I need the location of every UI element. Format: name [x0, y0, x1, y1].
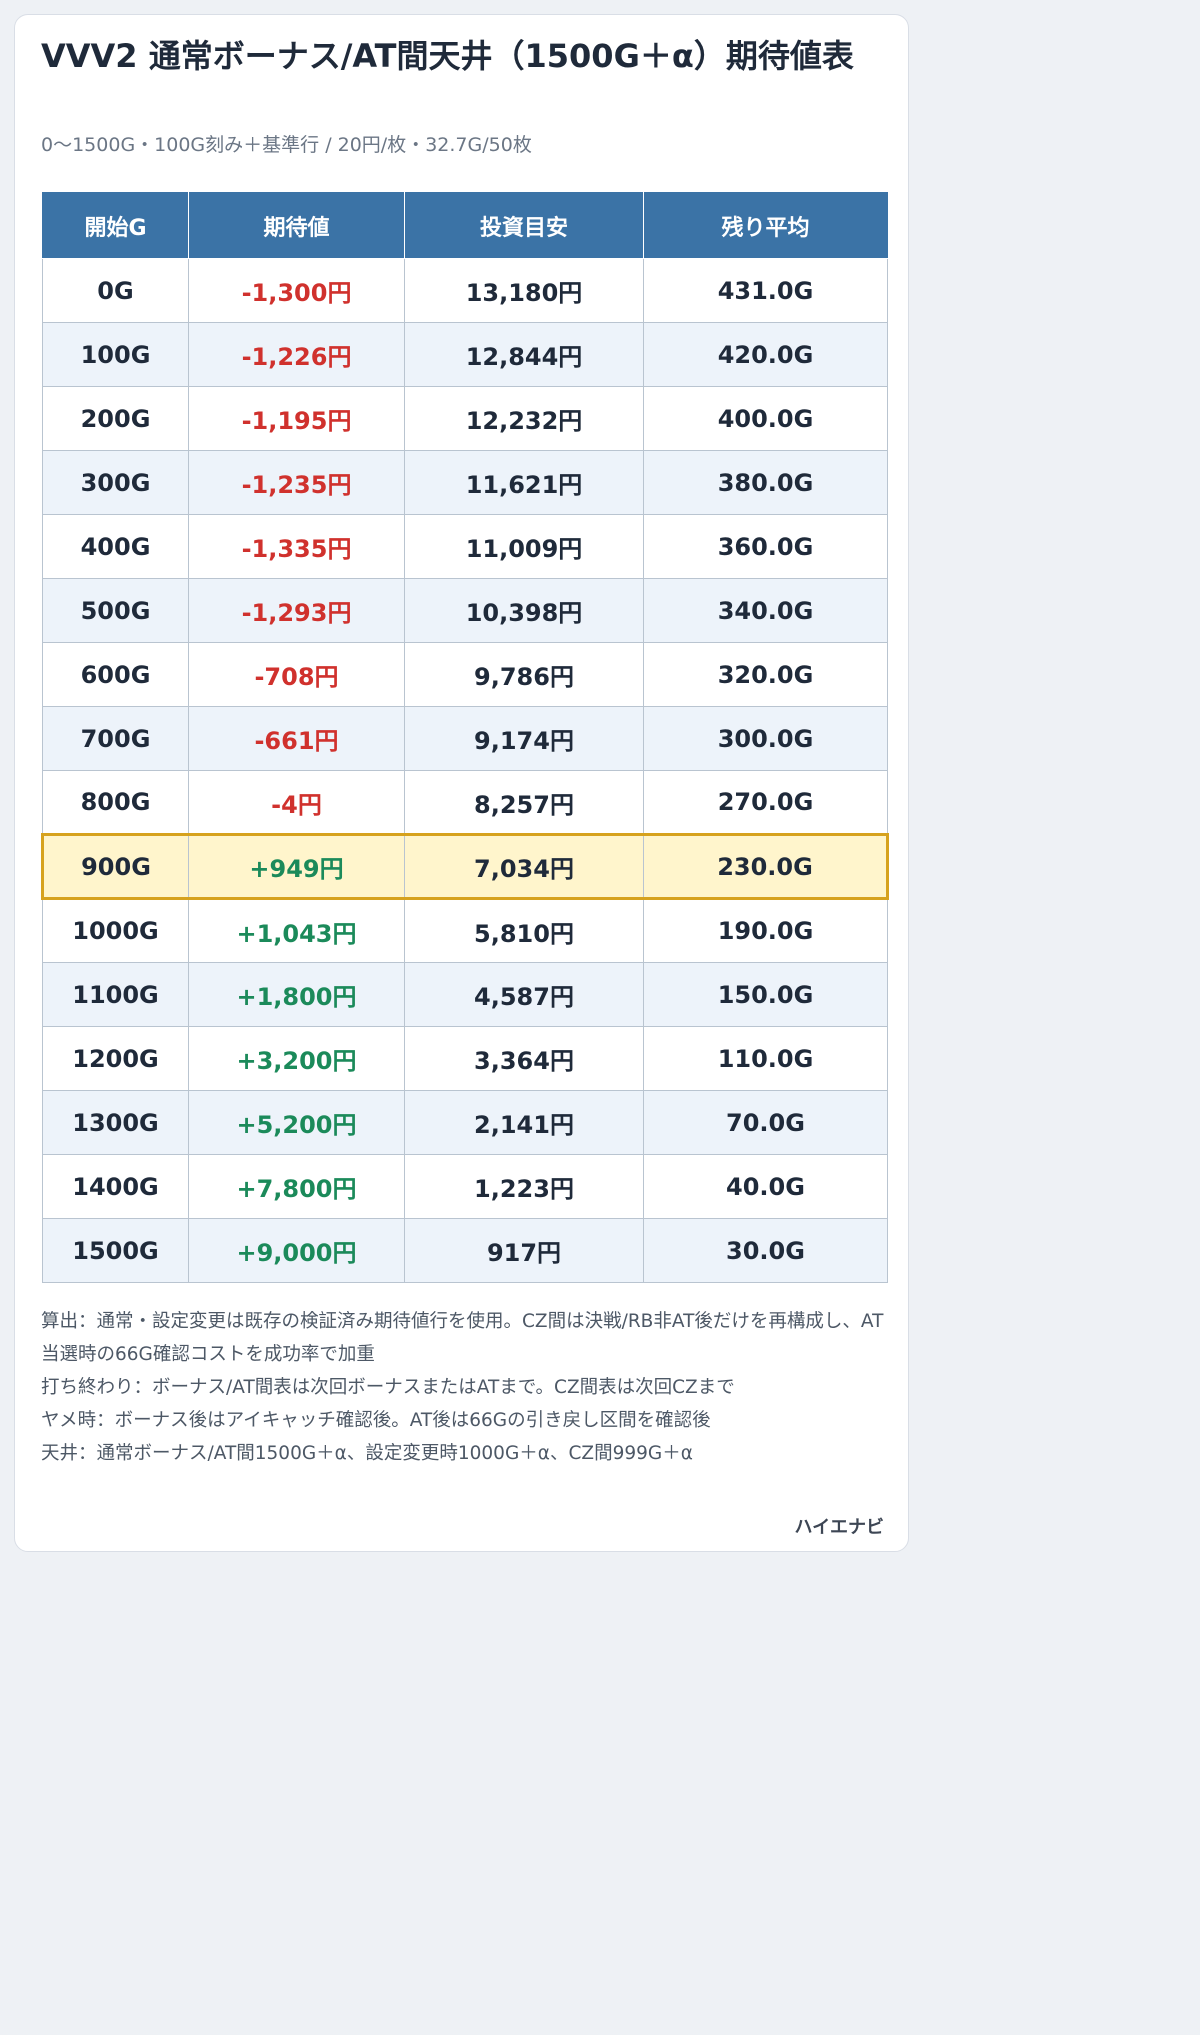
page-subtitle: 0〜1500G・100G刻み＋基準行 / 20円/枚・32.7G/50枚	[41, 134, 532, 156]
cell-remaining: 70.0G	[643, 1090, 888, 1155]
brand-logo-text: ハイエナビ	[794, 1517, 884, 1538]
cell-remaining: 320.0G	[643, 642, 888, 707]
cell-expected-value: -1,300円	[188, 258, 405, 323]
cell-remaining: 270.0G	[643, 770, 888, 835]
cell-start-game: 800G	[42, 770, 189, 835]
cell-investment: 10,398円	[404, 578, 644, 643]
table-row: 800G -4円 8,257円 270.0G	[42, 770, 888, 835]
cell-remaining: 431.0G	[643, 258, 888, 323]
table-row: 1000G +1,043円 5,810円 190.0G	[42, 898, 888, 963]
table-card: VVV2 通常ボーナス/AT間天井（1500G＋α）期待値表 0〜1500G・1…	[14, 14, 909, 1552]
page-title: VVV2 通常ボーナス/AT間天井（1500G＋α）期待値表	[41, 37, 854, 75]
table-row-highlighted: 900G +949円 7,034円 230.0G	[41, 833, 889, 900]
cell-expected-value: -661円	[188, 706, 405, 771]
note-ceiling: 天井：通常ボーナス/AT間1500G＋α、設定変更時1000G＋α、CZ間999…	[41, 1443, 693, 1464]
cell-remaining: 420.0G	[643, 322, 888, 387]
table-row: 600G -708円 9,786円 320.0G	[42, 642, 888, 707]
cell-investment: 12,844円	[404, 322, 644, 387]
cell-remaining: 190.0G	[643, 898, 888, 963]
cell-expected-value: -1,235円	[188, 450, 405, 515]
cell-investment: 4,587円	[404, 962, 644, 1027]
table-row: 500G -1,293円 10,398円 340.0G	[42, 578, 888, 643]
expected-value-table: 開始G 期待値 投資目安 残り平均 0G -1,300円 13,180円 431.0G…	[41, 192, 889, 1283]
column-header-remaining: 残り平均	[643, 192, 888, 259]
cell-expected-value: +3,200円	[188, 1026, 405, 1091]
cell-expected-value: +7,800円	[188, 1154, 405, 1219]
cell-expected-value: -4円	[188, 770, 405, 835]
cell-remaining: 230.0G	[643, 833, 889, 900]
cell-investment: 13,180円	[404, 258, 644, 323]
table-row: 1100G +1,800円 4,587円 150.0G	[42, 962, 888, 1027]
cell-start-game: 1000G	[42, 898, 189, 963]
table-row: 1300G +5,200円 2,141円 70.0G	[42, 1090, 888, 1155]
cell-start-game: 500G	[42, 578, 189, 643]
column-header-investment: 投資目安	[404, 192, 644, 259]
cell-investment: 11,621円	[404, 450, 644, 515]
cell-remaining: 110.0G	[643, 1026, 888, 1091]
cell-investment: 917円	[404, 1218, 644, 1283]
cell-start-game: 100G	[42, 322, 189, 387]
table-row: 700G -661円 9,174円 300.0G	[42, 706, 888, 771]
cell-start-game: 200G	[42, 386, 189, 451]
cell-investment: 7,034円	[404, 833, 644, 900]
cell-remaining: 150.0G	[643, 962, 888, 1027]
cell-expected-value: +949円	[188, 833, 405, 900]
cell-start-game: 1200G	[42, 1026, 189, 1091]
cell-investment: 5,810円	[404, 898, 644, 963]
cell-expected-value: -1,195円	[188, 386, 405, 451]
note-end-point: 打ち終わり：ボーナス/AT間表は次回ボーナスまたはATまで。CZ間表は次回CZま…	[41, 1377, 735, 1398]
cell-expected-value: +1,800円	[188, 962, 405, 1027]
table-row: 0G -1,300円 13,180円 431.0G	[42, 258, 888, 323]
notes-section: 算出：通常・設定変更は既存の検証済み期待値行を使用。CZ間は決戦/RB非AT後だ…	[41, 1305, 891, 1470]
cell-investment: 9,174円	[404, 706, 644, 771]
cell-investment: 1,223円	[404, 1154, 644, 1219]
cell-remaining: 30.0G	[643, 1218, 888, 1283]
table-header-row: 開始G 期待値 投資目安 残り平均	[42, 192, 888, 259]
cell-expected-value: +5,200円	[188, 1090, 405, 1155]
table-row: 1400G +7,800円 1,223円 40.0G	[42, 1154, 888, 1219]
cell-start-game: 600G	[42, 642, 189, 707]
note-quit-timing: ヤメ時：ボーナス後はアイキャッチ確認後。AT後は66Gの引き戻し区間を確認後	[41, 1410, 711, 1431]
cell-remaining: 380.0G	[643, 450, 888, 515]
table-row: 400G -1,335円 11,009円 360.0G	[42, 514, 888, 579]
cell-start-game: 700G	[42, 706, 189, 771]
cell-expected-value: -1,293円	[188, 578, 405, 643]
cell-expected-value: +1,043円	[188, 898, 405, 963]
table-body: 0G -1,300円 13,180円 431.0G 100G -1,226円 12,844円…	[41, 258, 889, 1283]
cell-investment: 8,257円	[404, 770, 644, 835]
cell-start-game: 1400G	[42, 1154, 189, 1219]
cell-start-game: 300G	[42, 450, 189, 515]
column-header-start: 開始G	[42, 192, 189, 259]
cell-start-game: 400G	[42, 514, 189, 579]
cell-start-game: 1100G	[42, 962, 189, 1027]
cell-expected-value: -1,335円	[188, 514, 405, 579]
cell-expected-value: -708円	[188, 642, 405, 707]
table-row: 200G -1,195円 12,232円 400.0G	[42, 386, 888, 451]
cell-investment: 11,009円	[404, 514, 644, 579]
cell-investment: 12,232円	[404, 386, 644, 451]
table-row: 1500G +9,000円 917円 30.0G	[42, 1218, 888, 1283]
cell-remaining: 400.0G	[643, 386, 888, 451]
table-row: 1200G +3,200円 3,364円 110.0G	[42, 1026, 888, 1091]
cell-expected-value: +9,000円	[188, 1218, 405, 1283]
cell-start-game: 1500G	[42, 1218, 189, 1283]
column-header-expected-value: 期待値	[188, 192, 405, 259]
cell-remaining: 340.0G	[643, 578, 888, 643]
cell-investment: 3,364円	[404, 1026, 644, 1091]
cell-expected-value: -1,226円	[188, 322, 405, 387]
cell-start-game: 1300G	[42, 1090, 189, 1155]
table-row: 300G -1,235円 11,621円 380.0G	[42, 450, 888, 515]
cell-investment: 9,786円	[404, 642, 644, 707]
cell-investment: 2,141円	[404, 1090, 644, 1155]
cell-remaining: 300.0G	[643, 706, 888, 771]
cell-start-game: 900G	[41, 833, 189, 900]
cell-remaining: 360.0G	[643, 514, 888, 579]
cell-start-game: 0G	[42, 258, 189, 323]
cell-remaining: 40.0G	[643, 1154, 888, 1219]
table-row: 100G -1,226円 12,844円 420.0G	[42, 322, 888, 387]
note-calculation: 算出：通常・設定変更は既存の検証済み期待値行を使用。CZ間は決戦/RB非AT後だ…	[41, 1311, 884, 1365]
